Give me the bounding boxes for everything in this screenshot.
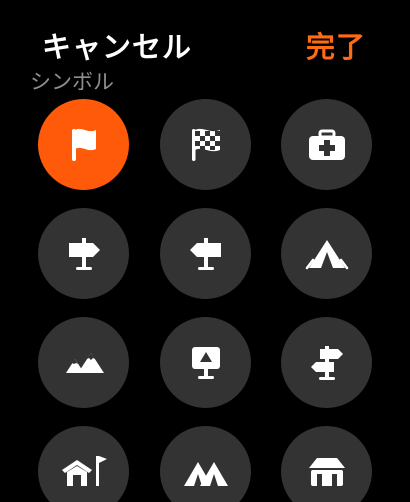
house-flag-icon xyxy=(61,455,107,486)
symbol-picker-screen: キャンセル 完了 シンボル xyxy=(0,0,410,502)
symbol-button-first-aid-kit[interactable] xyxy=(281,99,372,190)
symbol-button-gazebo[interactable] xyxy=(281,426,372,502)
symbol-button-signpost-right[interactable] xyxy=(38,208,129,299)
symbol-button-two-tents[interactable] xyxy=(160,426,251,502)
symbol-button-tent[interactable] xyxy=(281,208,372,299)
symbol-button-house-flag[interactable] xyxy=(38,426,129,502)
symbol-button-checkered-flag[interactable] xyxy=(160,99,251,190)
two-tents-icon xyxy=(183,461,228,486)
signpost-right-icon xyxy=(68,237,100,270)
symbol-grid xyxy=(0,0,410,502)
signpost-left-icon xyxy=(189,237,221,270)
gazebo-icon xyxy=(308,457,345,486)
symbol-button-mountains[interactable] xyxy=(38,317,129,408)
directional-signpost-icon xyxy=(310,345,343,380)
first-aid-kit-icon xyxy=(308,129,345,160)
symbol-button-signpost-left[interactable] xyxy=(160,208,251,299)
symbol-button-flag[interactable] xyxy=(38,99,129,190)
flag-icon xyxy=(71,128,96,161)
mountains-icon xyxy=(65,352,104,373)
tent-icon xyxy=(305,239,348,269)
symbol-button-trail-sign[interactable] xyxy=(160,317,251,408)
symbol-button-directional-signpost[interactable] xyxy=(281,317,372,408)
checkered-flag-icon xyxy=(191,128,220,161)
trail-sign-icon xyxy=(191,346,220,379)
